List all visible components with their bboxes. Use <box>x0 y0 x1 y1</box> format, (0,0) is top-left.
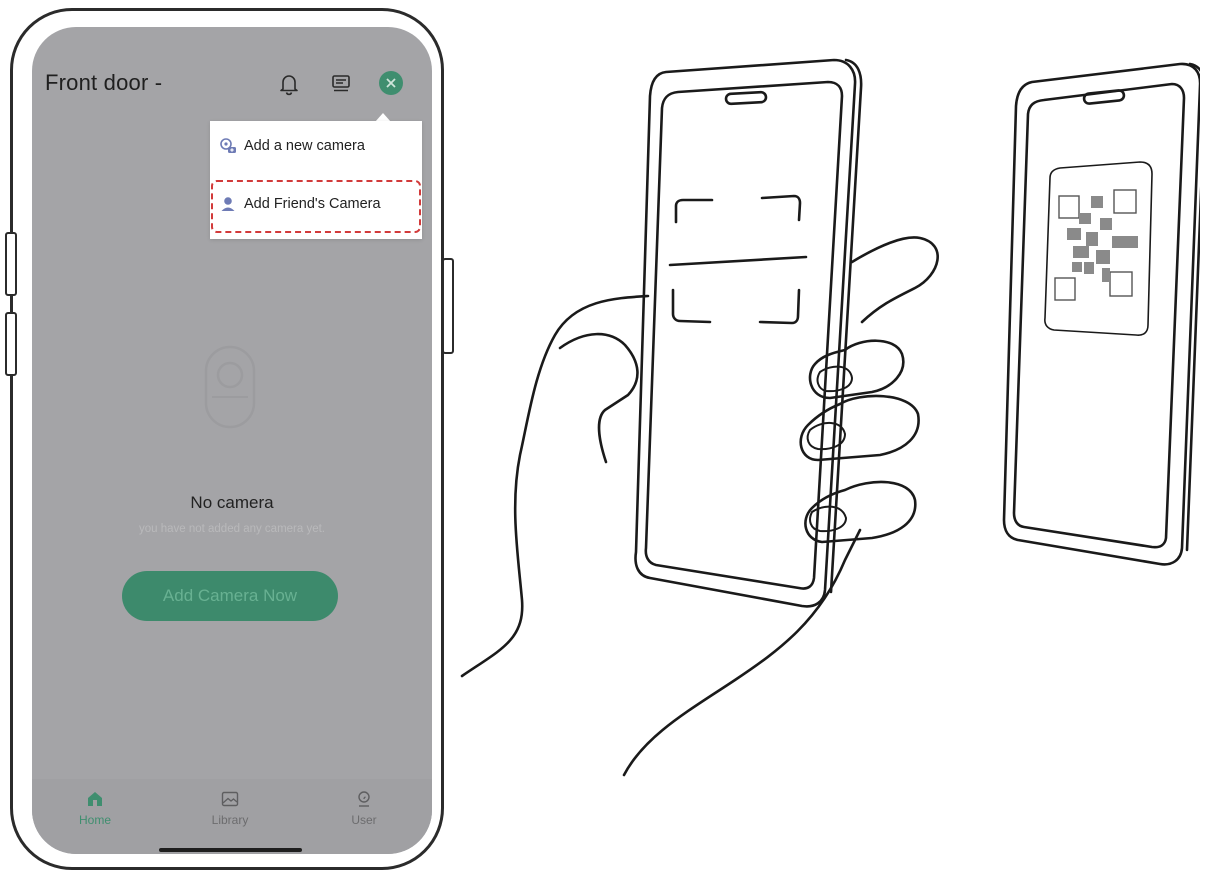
menu-item-add-new-camera[interactable]: Add a new camera <box>210 123 422 169</box>
qr-card <box>1044 161 1153 336</box>
qr-phone-screen <box>1012 82 1186 549</box>
phone-side-button <box>5 312 17 376</box>
scan-corner <box>758 288 801 325</box>
scan-corner <box>674 198 714 224</box>
highlight-frame <box>211 180 421 233</box>
tab-user[interactable]: User <box>334 789 394 827</box>
tab-home[interactable]: Home <box>65 789 125 827</box>
home-icon <box>88 792 102 806</box>
tab-label: User <box>351 813 377 827</box>
close-icon[interactable] <box>377 69 403 95</box>
tab-label: Library <box>211 813 249 827</box>
scan-qr-illustration <box>460 58 1200 777</box>
app-screen: Front door - Add a new camera Add Friend… <box>32 27 432 854</box>
held-phone-edge <box>829 58 863 594</box>
held-phone-back <box>634 58 857 608</box>
arm-outline <box>460 294 650 678</box>
scan-corner <box>760 194 802 222</box>
user-icon <box>358 791 370 807</box>
held-phone-speaker <box>724 90 768 106</box>
qr-phone-back <box>1002 62 1200 566</box>
fingernail <box>816 365 853 393</box>
qr-phone-speaker <box>1082 89 1126 105</box>
message-icon[interactable] <box>328 71 354 97</box>
qr-code-icon <box>1054 189 1138 301</box>
bell-icon[interactable] <box>276 71 302 97</box>
finger-bottom <box>804 480 917 544</box>
finger-middle <box>799 394 920 462</box>
thumb-outline <box>558 332 639 464</box>
scan-line <box>668 255 808 267</box>
menu-item-label: Add a new camera <box>244 138 365 154</box>
camera-add-icon <box>219 137 237 155</box>
image-icon <box>221 791 239 807</box>
empty-state-subtitle: you have not added any camera yet. <box>138 523 326 535</box>
bottom-tab-bar: Home Library User <box>32 779 432 854</box>
tab-library[interactable]: Library <box>200 789 260 827</box>
phone-side-button <box>442 258 454 354</box>
scan-corner <box>671 288 712 324</box>
tab-label: Home <box>78 813 111 827</box>
camera-placeholder-icon <box>204 345 256 429</box>
page-title[interactable]: Front door - <box>45 70 162 96</box>
home-indicator <box>159 848 302 852</box>
add-camera-now-button[interactable]: Add Camera Now <box>122 571 338 621</box>
phone-side-button <box>5 232 17 296</box>
finger-outline <box>850 236 939 324</box>
empty-state-title: No camera <box>190 493 274 512</box>
